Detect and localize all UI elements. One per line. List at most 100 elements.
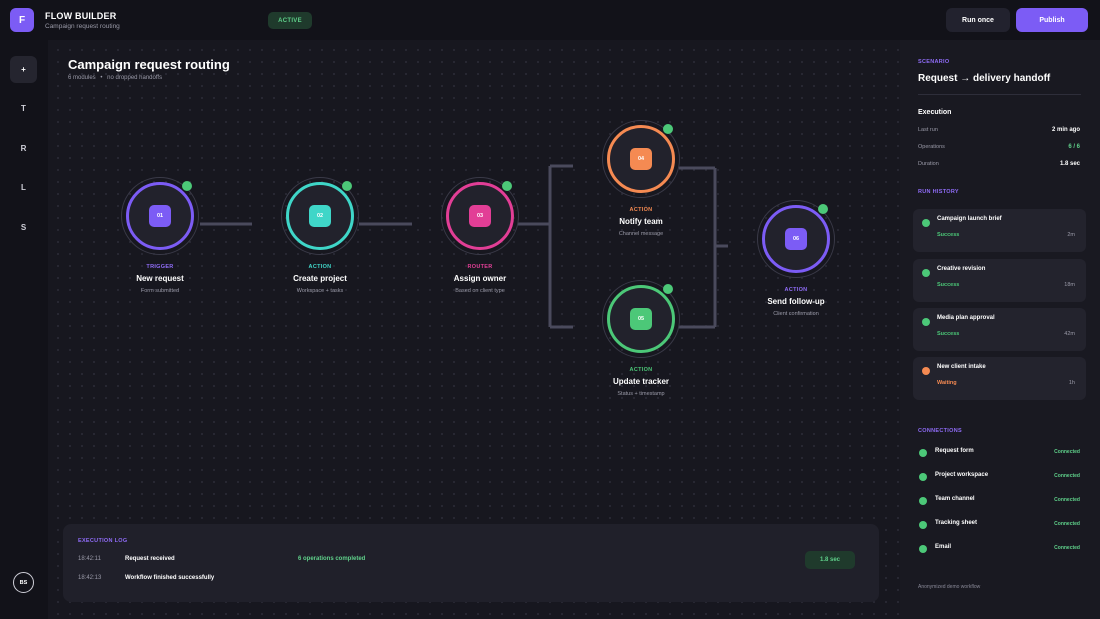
node-id-chip: 03	[469, 205, 491, 227]
node-name: Notify team	[619, 217, 663, 226]
execution-log: EXECUTION LOG 18:42:11 Request received …	[63, 524, 879, 602]
publish-button[interactable]: Publish	[1016, 8, 1088, 32]
node-desc: Channel message	[618, 231, 664, 237]
run-status-dot	[922, 367, 930, 375]
connection-name[interactable]: Request form	[935, 448, 974, 454]
status-dot	[502, 181, 512, 191]
footer-note: Anonymized demo workflow	[918, 584, 981, 590]
run-status-dot	[922, 219, 930, 227]
node-name: New request	[136, 274, 184, 283]
run-history-item[interactable]: Media plan approval Success 42m	[913, 308, 1086, 351]
duration-label: Duration	[918, 161, 939, 167]
node-id-chip: 02	[309, 205, 331, 227]
node-kind: ACTION	[784, 287, 808, 293]
workflow-node-4[interactable]: 04	[602, 120, 680, 198]
node-id-chip: 01	[149, 205, 171, 227]
connection-status-dot	[919, 473, 927, 481]
run-history-label: RUN HISTORY	[918, 189, 959, 195]
node-name: Assign owner	[453, 274, 507, 283]
run-status-dot	[922, 269, 930, 277]
connection-status: Connected	[1054, 497, 1080, 503]
run-history-item[interactable]: New client intake Waiting 1h	[913, 357, 1086, 400]
node-kind: TRIGGER	[146, 264, 174, 270]
connection-name[interactable]: Tracking sheet	[935, 520, 977, 526]
node-id-chip: 05	[630, 308, 652, 330]
run-status-dot	[922, 318, 930, 326]
status-dot	[342, 181, 352, 191]
connection-status-dot	[919, 449, 927, 457]
run-time: 42m	[1064, 331, 1075, 337]
node-name: Send follow-up	[767, 297, 825, 306]
node-label-2: ACTION Create project Workspace + tasks	[250, 264, 390, 294]
connection-status: Connected	[1054, 473, 1080, 479]
node-name: Update tracker	[612, 377, 670, 386]
connection-status: Connected	[1054, 545, 1080, 551]
status-dot	[663, 284, 673, 294]
execution-heading: Execution	[918, 109, 952, 116]
run-history-item[interactable]: Creative revision Success 18m	[913, 259, 1086, 302]
run-status: Success	[937, 232, 960, 238]
connection-status-dot	[919, 521, 927, 529]
node-kind: ACTION	[308, 264, 332, 270]
log-message: Workflow finished successfully	[125, 575, 215, 581]
connection-name[interactable]: Project workspace	[935, 472, 988, 478]
operations-completed: 6 operations completed	[298, 556, 366, 562]
connection-status: Connected	[1054, 449, 1080, 455]
node-kind: ACTION	[629, 367, 653, 373]
workflow-node-5[interactable]: 05	[602, 280, 680, 358]
node-desc: Workspace + tasks	[296, 288, 344, 294]
run-time: 1h	[1068, 380, 1075, 386]
run-time: 18m	[1064, 282, 1075, 288]
run-time: 2m	[1067, 232, 1075, 238]
connection-status-dot	[919, 545, 927, 553]
run-history-item[interactable]: Campaign launch brief Success 2m	[913, 209, 1086, 252]
node-desc: Status + timestamp	[617, 391, 665, 397]
node-label-4: ACTION Notify team Channel message	[571, 207, 711, 237]
node-id-chip: 06	[785, 228, 807, 250]
scenario-title: Request → delivery handoff	[918, 73, 1051, 84]
node-kind: ACTION	[629, 207, 653, 213]
status-dot	[663, 124, 673, 134]
workflow-node-3[interactable]: 03	[441, 177, 519, 255]
connections-label: CONNECTIONS	[918, 428, 962, 434]
run-once-button[interactable]: Run once	[946, 8, 1010, 32]
node-label-3: ROUTER Assign owner Based on client type	[410, 264, 550, 294]
divider	[918, 94, 1081, 95]
node-desc: Based on client type	[455, 288, 505, 294]
last-run-value: 2 min ago	[1051, 127, 1080, 133]
run-status: Success	[937, 282, 960, 288]
node-label-5: ACTION Update tracker Status + timestamp	[571, 367, 711, 397]
node-name: Create project	[293, 274, 347, 283]
duration-value: 1.8 sec	[1059, 161, 1080, 167]
operations-value: 6 / 6	[1068, 144, 1080, 150]
execution-log-title: EXECUTION LOG	[78, 538, 128, 544]
connection-status: Connected	[1054, 521, 1080, 527]
last-run-label: Last run	[918, 127, 938, 133]
workflow-node-6[interactable]: 06	[757, 200, 835, 278]
status-dot	[182, 181, 192, 191]
workflow-node-2[interactable]: 02	[281, 177, 359, 255]
node-desc: Form submitted	[140, 288, 180, 294]
run-name: Campaign launch brief	[937, 216, 1002, 222]
log-timestamp: 18:42:11	[78, 556, 101, 562]
workflow-node-1[interactable]: 01	[121, 177, 199, 255]
node-id-chip: 04	[630, 148, 652, 170]
run-name: New client intake	[937, 364, 986, 370]
log-timestamp: 18:42:13	[78, 575, 102, 581]
run-status: Waiting	[937, 380, 957, 386]
duration-badge: 1.8 sec	[805, 551, 855, 569]
operations-label: Operations	[918, 144, 945, 150]
node-label-1: TRIGGER New request Form submitted	[90, 264, 230, 294]
connection-status-dot	[919, 497, 927, 505]
node-desc: Client confirmation	[773, 311, 819, 317]
scenario-label: SCENARIO	[918, 59, 950, 65]
connection-name[interactable]: Team channel	[935, 496, 975, 502]
run-name: Media plan approval	[937, 315, 995, 321]
connection-name[interactable]: Email	[935, 544, 951, 550]
node-kind: ROUTER	[467, 264, 493, 270]
log-message: Request received	[125, 556, 175, 562]
run-name: Creative revision	[937, 266, 986, 272]
run-status: Success	[937, 331, 960, 337]
status-dot	[818, 204, 828, 214]
node-label-6: ACTION Send follow-up Client confirmatio…	[726, 287, 866, 317]
